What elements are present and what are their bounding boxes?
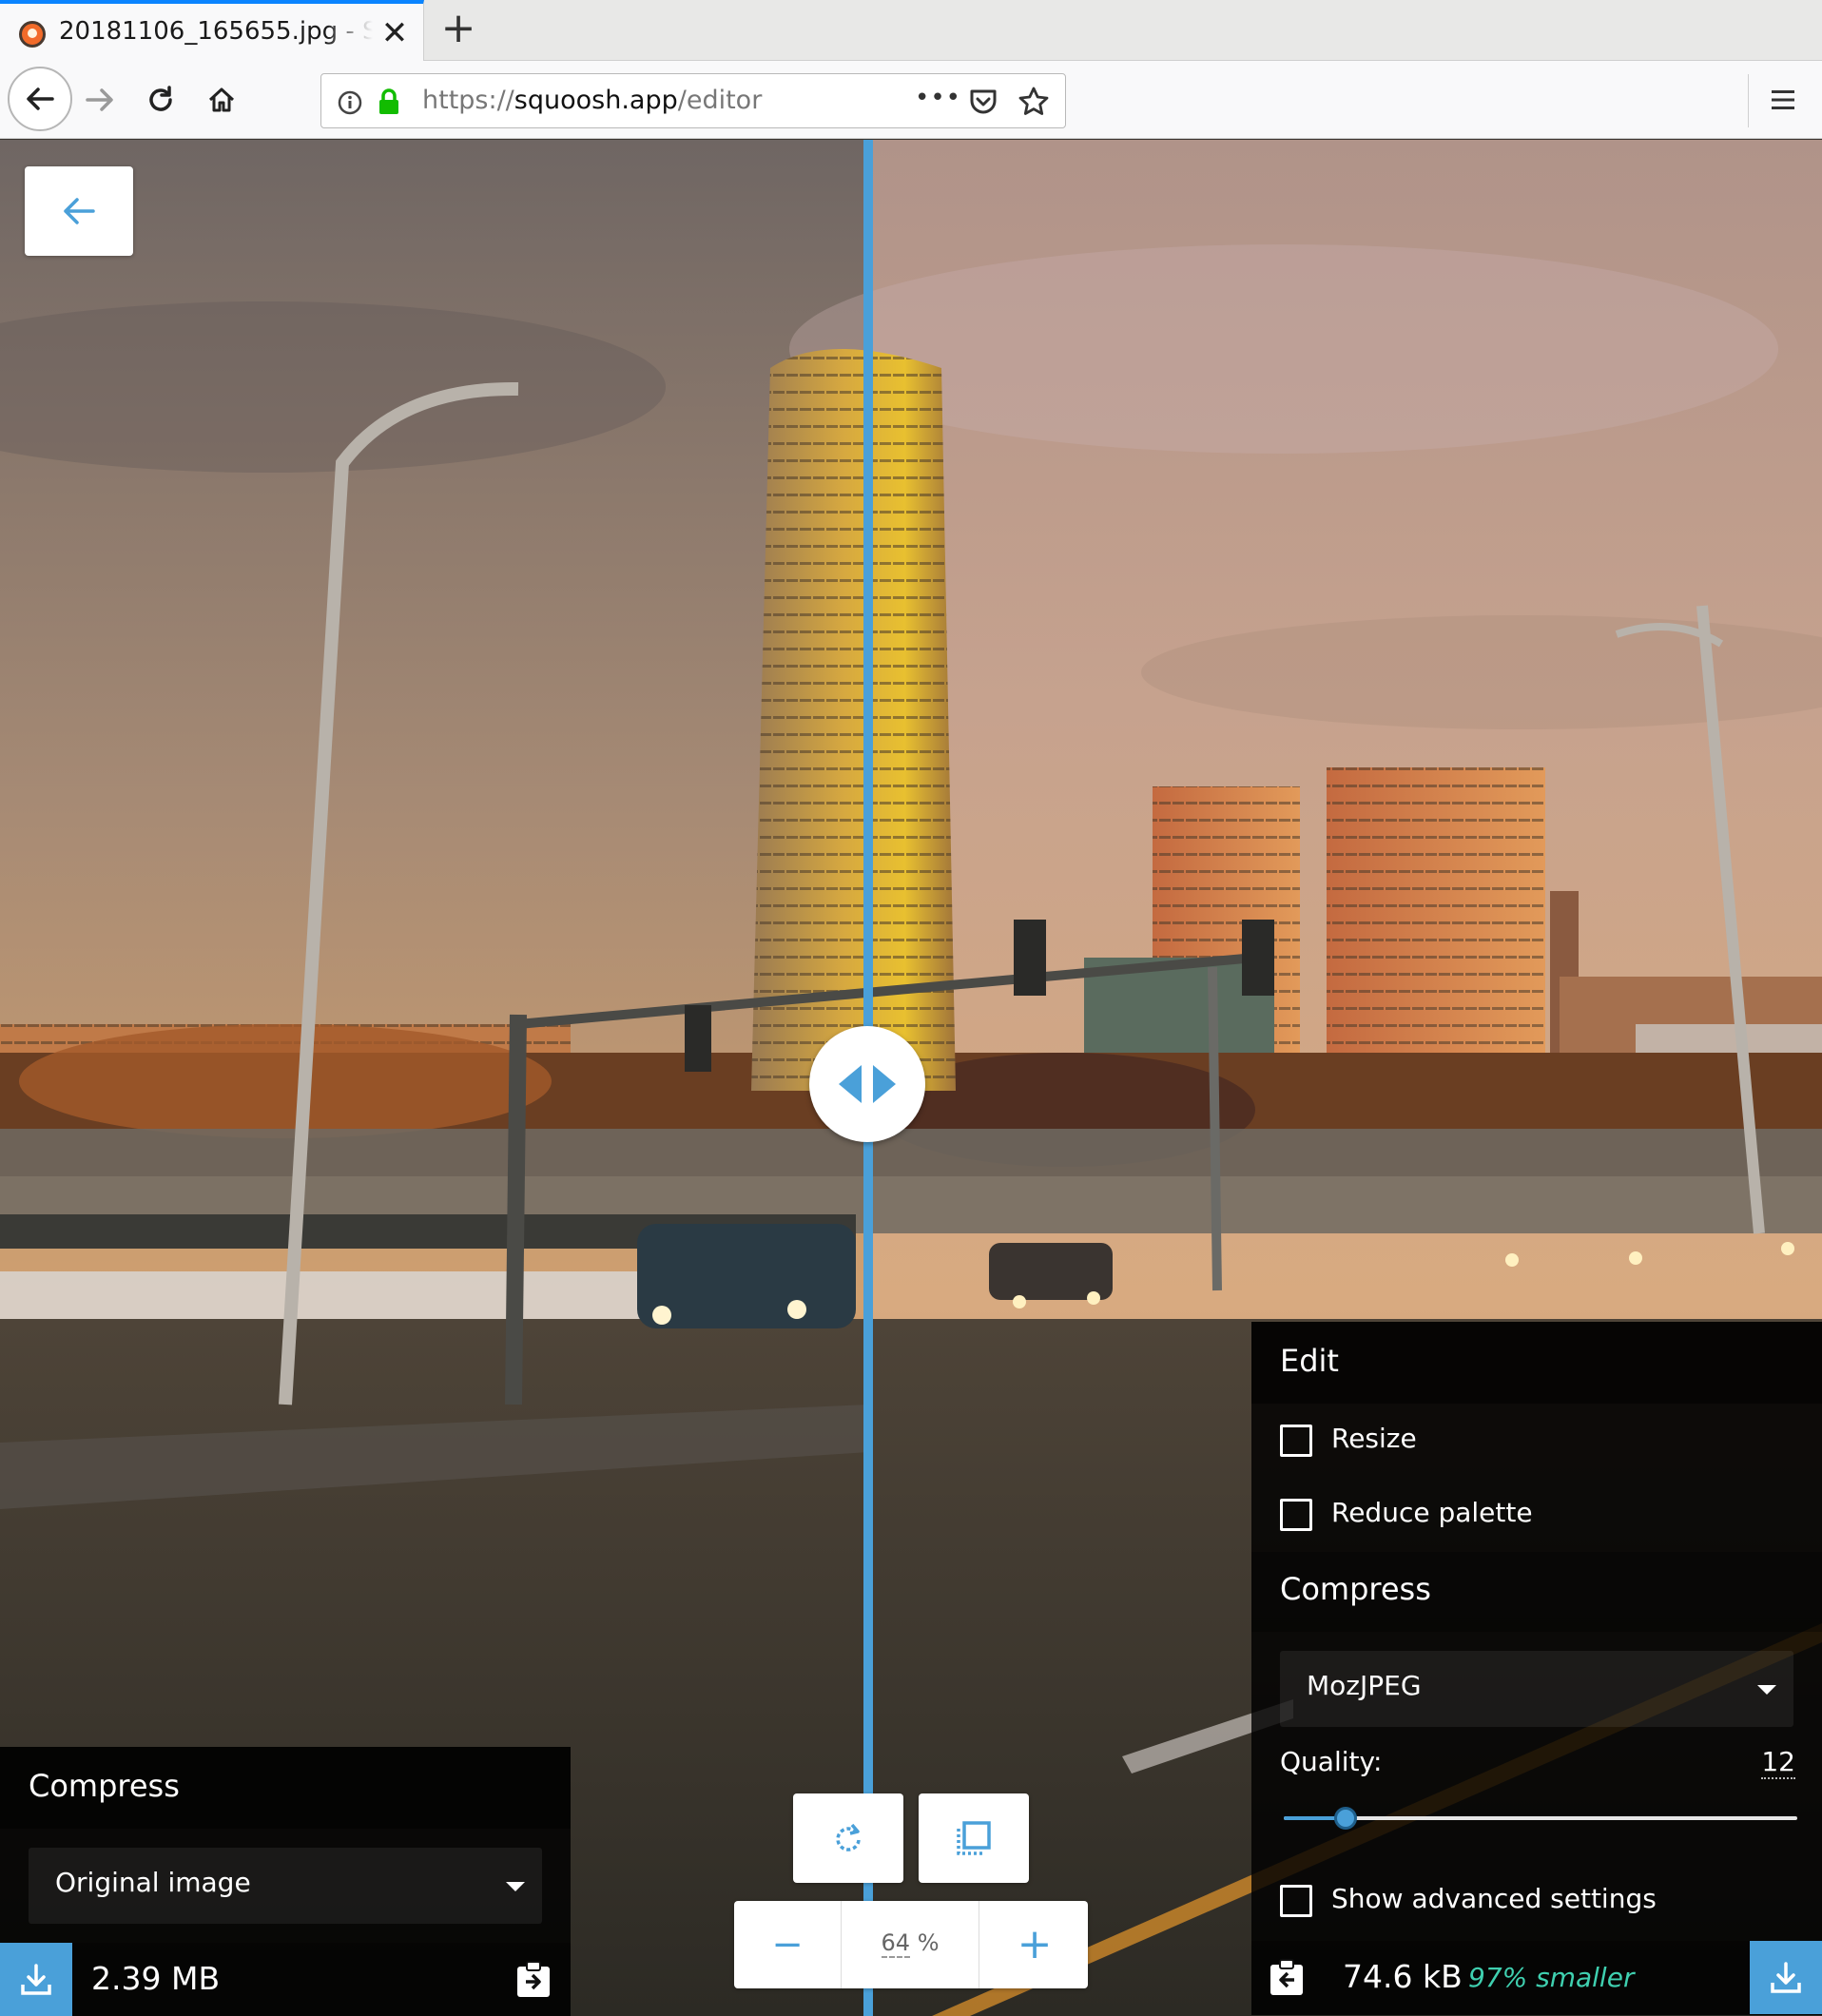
home-button[interactable] [194,72,249,127]
image-comparison-stage[interactable]: − 64 % + Compress Original image 2.39 MB… [0,140,1822,2016]
zoom-out-button[interactable]: − [734,1901,841,1988]
new-tab-button[interactable]: + [437,8,479,51]
edit-title: Edit [1280,1343,1339,1379]
reduce-palette-checkbox[interactable] [1280,1499,1312,1531]
copy-to-other-side-icon [1270,1959,1303,1995]
zoom-level-input[interactable]: 64 % [841,1901,979,1988]
split-handle[interactable] [809,1026,925,1142]
edit-body: Resize Reduce palette [1251,1404,1822,1552]
left-file-size: 2.39 MB [91,1960,221,1997]
left-options-panel: Compress Original image 2.39 MB [0,1747,571,2016]
resize-label: Resize [1331,1423,1417,1454]
url-text: https://squoosh.app/editor [422,86,763,115]
home-icon [208,87,235,112]
left-encoder-value: Original image [55,1867,251,1898]
browser-tab[interactable]: 20181106_165655.jpg - Squoosh ✕ [0,0,424,61]
background-toggle-button[interactable] [919,1793,1029,1883]
slider-thumb[interactable] [1333,1807,1357,1830]
arrow-left-icon [64,198,95,224]
compress-title: Compress [1280,1571,1431,1607]
page-actions-button[interactable]: ••• [915,84,961,112]
minus-icon: − [771,1923,804,1967]
reload-button[interactable] [133,72,188,127]
tab-strip: 20181106_165655.jpg - Squoosh ✕ + [0,0,1822,61]
download-icon [21,1963,51,1995]
split-handle-icon [839,1065,896,1103]
quality-value-input[interactable]: 12 [1761,1746,1795,1779]
url-bar[interactable]: https://squoosh.app/editor ••• [320,73,1066,128]
edit-header: Edit [1251,1322,1822,1404]
left-compress-body: Original image [0,1829,571,1943]
toolbar-separator [1748,74,1749,127]
rotate-button[interactable] [793,1793,903,1883]
advanced-settings-checkbox[interactable] [1280,1885,1312,1917]
app-menu-button[interactable] [1755,72,1811,127]
background-toggle-icon [957,1821,991,1855]
zoom-control: − 64 % + [734,1901,1088,1988]
browser-forward-button[interactable] [72,72,127,127]
size-reduction-label: 97% smaller [1468,1962,1635,1993]
right-compress-header: Compress [1251,1552,1822,1632]
rotate-icon [836,1823,861,1851]
left-compress-header: Compress [0,1747,571,1829]
left-results-bar: 2.39 MB [0,1943,571,2016]
right-download-button[interactable] [1750,1941,1822,2014]
advanced-settings-label: Show advanced settings [1331,1883,1657,1914]
right-encoder-value: MozJPEG [1307,1670,1422,1701]
reload-icon [149,86,172,111]
copy-to-right-button[interactable] [514,1960,553,2000]
download-icon [1771,1961,1801,1993]
quality-label: Quality: [1280,1746,1383,1777]
resize-checkbox[interactable] [1280,1425,1312,1457]
info-icon[interactable] [337,89,363,116]
hamburger-menu-icon [1772,90,1794,109]
copy-to-other-side-icon [517,1961,550,1997]
zoom-in-button[interactable]: + [981,1901,1088,1988]
bookmark-star-icon[interactable] [1018,86,1050,118]
squoosh-favicon-icon [19,21,46,48]
plus-icon: + [1017,1920,1053,1968]
copy-to-left-button[interactable] [1267,1958,1307,1998]
left-encoder-select[interactable]: Original image [29,1848,542,1924]
pocket-icon[interactable] [968,87,998,116]
navigation-bar: https://squoosh.app/editor ••• [0,61,1822,139]
tab-close-icon[interactable]: ✕ [378,17,411,49]
back-to-home-button[interactable] [25,166,133,256]
tab-title: 20181106_165655.jpg - Squoosh [59,17,373,46]
chevron-down-icon [1757,1685,1776,1695]
right-options-panel: Edit Resize Reduce palette Compress MozJ… [1251,1322,1822,2015]
quality-slider[interactable] [1284,1805,1797,1832]
right-file-size: 74.6 kB [1343,1958,1463,1995]
right-compress-body: MozJPEG Quality: 12 Show advanced settin… [1251,1632,1822,1941]
left-download-button[interactable] [0,1943,72,2016]
right-results-bar: 74.6 kB 97% smaller [1251,1941,1822,2015]
arrow-right-icon [86,88,113,111]
slider-track [1284,1816,1797,1820]
arrow-left-icon [27,87,54,110]
section-title: Compress [29,1768,180,1804]
reduce-palette-label: Reduce palette [1331,1497,1533,1528]
right-encoder-select[interactable]: MozJPEG [1280,1651,1793,1727]
chevron-down-icon [506,1882,525,1891]
browser-back-button[interactable] [8,67,72,131]
lock-icon[interactable] [377,87,401,116]
